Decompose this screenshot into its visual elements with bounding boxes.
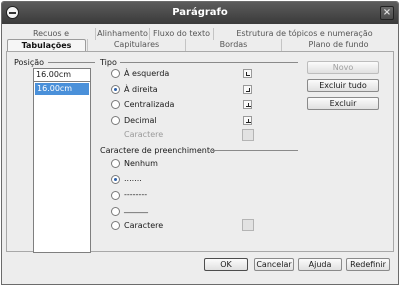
type-separator <box>120 62 298 63</box>
window-title: Parágrafo <box>172 7 228 18</box>
position-list[interactable]: 16.00cm <box>33 81 91 253</box>
tab-borders[interactable]: Bordas <box>185 39 281 51</box>
tab-left-icon <box>243 69 252 78</box>
type-label: Tipo <box>100 58 117 67</box>
position-separator <box>48 62 95 63</box>
new-button[interactable]: Novo <box>307 61 379 74</box>
type-decimal-label: Decimal <box>124 116 157 125</box>
fill-underscore-label: ______ <box>124 204 148 213</box>
reset-button[interactable]: Redefinir <box>346 258 390 271</box>
fill-character-option-label: Caractere <box>124 221 164 230</box>
tab-center-icon <box>243 100 252 109</box>
position-label: Posição <box>14 58 45 67</box>
type-left-label: À esquerda <box>124 69 170 78</box>
fill-dashes-radio[interactable] <box>111 191 120 200</box>
type-center-label: Centralizada <box>124 100 175 109</box>
fill-dots-label: ....... <box>124 174 142 183</box>
close-icon[interactable]: × <box>380 6 394 20</box>
type-right-radio[interactable] <box>111 85 120 94</box>
tabs-panel: Posição 16.00cm 16.00cm Tipo À esquerda … <box>6 51 394 253</box>
delete-button[interactable]: Excluir <box>307 97 379 110</box>
tab-decimal-icon <box>243 116 252 125</box>
fill-none-label: Nenhum <box>124 159 158 168</box>
fill-underscore-radio[interactable] <box>111 207 120 216</box>
tab-row-2: Tabulações Capitulares Bordas Plano de f… <box>7 39 395 52</box>
title-bar: Parágrafo × <box>2 2 398 24</box>
type-right-label: À direita <box>124 85 158 94</box>
fill-dashes-label: -------- <box>124 190 148 199</box>
fill-none-radio[interactable] <box>111 159 120 168</box>
tab-drop-caps[interactable]: Capitulares <box>87 39 185 51</box>
tab-background[interactable]: Plano de fundo <box>281 39 395 51</box>
decimal-character-label: Caractere <box>124 130 164 139</box>
fill-separator <box>212 150 298 151</box>
fill-character-label: Caractere de preenchimento <box>100 146 215 155</box>
paragraph-dialog: Parágrafo × Recuos e espaçamento Alinham… <box>1 1 399 285</box>
type-center-radio[interactable] <box>111 100 120 109</box>
tab-right-icon <box>243 85 252 94</box>
ok-button[interactable]: OK <box>204 258 248 271</box>
fill-character-input[interactable] <box>242 219 254 231</box>
fill-dots-radio[interactable] <box>111 175 120 184</box>
delete-all-button[interactable]: Excluir tudo <box>307 79 379 92</box>
type-left-radio[interactable] <box>111 69 120 78</box>
help-button[interactable]: Ajuda <box>298 258 342 271</box>
type-decimal-radio[interactable] <box>111 116 120 125</box>
position-input[interactable]: 16.00cm <box>33 68 91 82</box>
decimal-character-input[interactable] <box>242 129 254 141</box>
position-list-item[interactable]: 16.00cm <box>35 83 89 95</box>
fill-character-radio[interactable] <box>111 221 120 230</box>
cancel-button[interactable]: Cancelar <box>254 258 294 271</box>
